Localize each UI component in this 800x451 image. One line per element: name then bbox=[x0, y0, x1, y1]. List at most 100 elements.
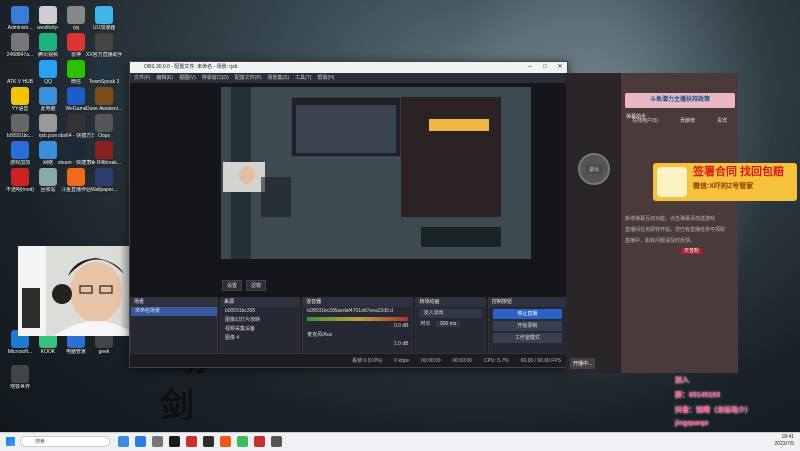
controls-header: 控制按钮 bbox=[488, 298, 567, 307]
start-stream-button[interactable]: 开播中... bbox=[570, 358, 596, 369]
douyin-text: 抖音：饶晞（龙标场少） bbox=[675, 407, 752, 414]
source-item[interactable]: 图像幻灯片放映 bbox=[221, 316, 299, 325]
mixer-header: 混音器 bbox=[303, 298, 413, 307]
desktop-icon[interactable]: Dune Awakeni... bbox=[86, 87, 122, 112]
app-icon bbox=[95, 87, 113, 105]
menu-tools[interactable]: 工具(T) bbox=[295, 73, 311, 83]
menu-scene-collection[interactable]: 场景集(S) bbox=[267, 73, 289, 83]
menu-edit[interactable]: 编辑(E) bbox=[156, 73, 173, 83]
exit-button[interactable]: 退出 bbox=[586, 165, 603, 174]
obs-taskbar-icon[interactable] bbox=[203, 436, 214, 447]
mixer-dock: 混音器 b00591bc395aedaf4701dd7eea22d0.d 0.0… bbox=[302, 297, 414, 354]
clock-date: 2023/7/5 bbox=[774, 441, 794, 447]
app-icon bbox=[11, 33, 29, 51]
app-icon bbox=[67, 60, 85, 78]
app-icon bbox=[67, 114, 85, 132]
taskbar-clock[interactable]: 18:41 2023/7/5 bbox=[775, 434, 794, 448]
minimize-icon[interactable]: – bbox=[523, 62, 537, 73]
obs-preview-area bbox=[130, 83, 567, 298]
desktop-icon-label: 地铁世界 bbox=[9, 384, 30, 390]
desktop-icon-label: Oops bbox=[98, 133, 110, 139]
menu-file[interactable]: 文件(F) bbox=[134, 73, 150, 83]
app-icon bbox=[95, 6, 113, 24]
streamer-support-banner[interactable]: 斗鱼潜力主播扶持政策 bbox=[625, 93, 735, 108]
fans-badge: 天音粉 bbox=[681, 248, 703, 254]
app-icon bbox=[39, 168, 57, 186]
app-icon bbox=[95, 33, 113, 51]
tab-contribution[interactable]: 贡献榜 bbox=[680, 117, 695, 124]
app-icon[interactable] bbox=[254, 436, 265, 447]
desktop-icon-label: Dune Awakeni... bbox=[86, 106, 122, 112]
obs-title-bar[interactable]: OBS 30.0.0 - 配置文件: 未命名 - 场景: rjsb – □ ✕ bbox=[130, 62, 567, 73]
store-icon[interactable] bbox=[152, 436, 163, 447]
desktop-icon[interactable]: Oops bbox=[86, 114, 122, 139]
desktop-icon-label: TeamSpeak 3 bbox=[88, 79, 120, 85]
stop-streaming-button[interactable]: 停止直播 bbox=[492, 309, 563, 319]
wallpaper-calligraphy-1: 剑 bbox=[160, 386, 194, 426]
obs-window-title: OBS 30.0.0 - 配置文件: 未命名 - 场景: rjsb bbox=[144, 64, 238, 70]
app-icon bbox=[95, 168, 113, 186]
obs-preview-canvas[interactable] bbox=[221, 87, 531, 259]
app-icon bbox=[95, 60, 113, 78]
taskbar: 搜索 18:41 2023/7/5 bbox=[0, 432, 800, 451]
menu-help[interactable]: 帮助(H) bbox=[317, 73, 334, 83]
wechat-taskbar-icon[interactable] bbox=[237, 436, 248, 447]
record-time: 00:00:00 bbox=[452, 358, 472, 364]
app-icon[interactable] bbox=[271, 436, 282, 447]
source-item[interactable]: b00591bc395 bbox=[221, 307, 299, 316]
source-item[interactable]: 视频采集设备 bbox=[221, 325, 299, 334]
desktop-icon[interactable]: Wallpaper... bbox=[86, 168, 122, 193]
app-icon bbox=[67, 141, 85, 159]
join-group-text: 加入 bbox=[675, 377, 689, 384]
app-icon bbox=[11, 114, 29, 132]
volume-meter bbox=[307, 317, 409, 321]
qq-group-text: 群：65145103 bbox=[675, 392, 721, 399]
menu-docks[interactable]: 停靠窗口(D) bbox=[202, 73, 229, 83]
taskbar-search[interactable]: 搜索 bbox=[20, 436, 110, 447]
menu-view[interactable]: 视图(V) bbox=[179, 73, 196, 83]
tab-vip[interactable]: 贵宾 bbox=[717, 117, 727, 124]
app-icon bbox=[39, 141, 57, 159]
app-icon bbox=[39, 60, 57, 78]
app-icon[interactable] bbox=[169, 436, 180, 447]
menu-profile[interactable]: 配置文件(P) bbox=[235, 73, 262, 83]
source-item[interactable]: 图像 4 bbox=[221, 334, 299, 343]
sources-header: 来源 bbox=[220, 298, 300, 307]
promo-avatar bbox=[657, 167, 687, 197]
scene-item[interactable]: 未命名场景 bbox=[131, 307, 217, 316]
edge-icon[interactable] bbox=[135, 436, 146, 447]
source-settings-button[interactable]: 设置 bbox=[222, 280, 243, 291]
duration-input[interactable]: 300 ms bbox=[435, 321, 461, 327]
start-icon[interactable] bbox=[6, 437, 15, 446]
search-placeholder: 搜索 bbox=[35, 439, 46, 445]
source-filters-button[interactable]: 滤镜 bbox=[246, 280, 267, 291]
douyu-taskbar-icon[interactable] bbox=[220, 436, 231, 447]
app-icon bbox=[11, 365, 29, 383]
start-recording-button[interactable]: 开始录制 bbox=[492, 321, 563, 331]
chat-message: 直播间任务即将开始，您已有直播任务可领取 bbox=[625, 227, 726, 233]
desktop-icon-label: XX官方直播助手 bbox=[86, 52, 122, 58]
desktop-icon[interactable]: The Riftbreak... bbox=[86, 141, 122, 166]
preview-toolbar: 设置 滤镜 bbox=[222, 280, 267, 291]
app-icon bbox=[11, 6, 29, 24]
transition-select[interactable]: 淡入淡出 bbox=[419, 309, 482, 318]
file-explorer-icon[interactable] bbox=[118, 436, 129, 447]
obs-window[interactable]: OBS 30.0.0 - 配置文件: 未命名 - 场景: rjsb – □ ✕ … bbox=[129, 61, 568, 368]
desktop-icon[interactable]: XX官方直播助手 bbox=[86, 33, 122, 58]
promo-card: 签署合同 找回包赔 微信:X吓的Z号管家 bbox=[653, 163, 797, 201]
chat-message-list: 新增弹幕互动功能，点击弹幕添加送游戏 直播间任务即将开始，您已有直播任务可领取 … bbox=[621, 214, 738, 254]
fps: 60.00 / 60.00 FPS bbox=[520, 358, 561, 364]
desktop-icon-label: The Riftbreak... bbox=[86, 160, 122, 166]
wechat-text: jingqueqo bbox=[675, 420, 709, 427]
studio-mode-button[interactable]: 工作室模式 bbox=[492, 333, 563, 343]
desktop-icon[interactable]: 地铁世界 bbox=[2, 365, 38, 390]
maximize-icon[interactable]: □ bbox=[538, 62, 552, 73]
app-icon bbox=[67, 168, 85, 186]
desktop-icon[interactable]: TeamSpeak 3 bbox=[86, 60, 122, 85]
close-icon[interactable]: ✕ bbox=[553, 62, 567, 73]
app-icon bbox=[95, 141, 113, 159]
duration-row: 时长 300 ms bbox=[416, 320, 484, 329]
app-icon bbox=[11, 87, 29, 105]
desktop-icon[interactable]: UU加速器 bbox=[86, 6, 122, 31]
app-icon[interactable] bbox=[186, 436, 197, 447]
